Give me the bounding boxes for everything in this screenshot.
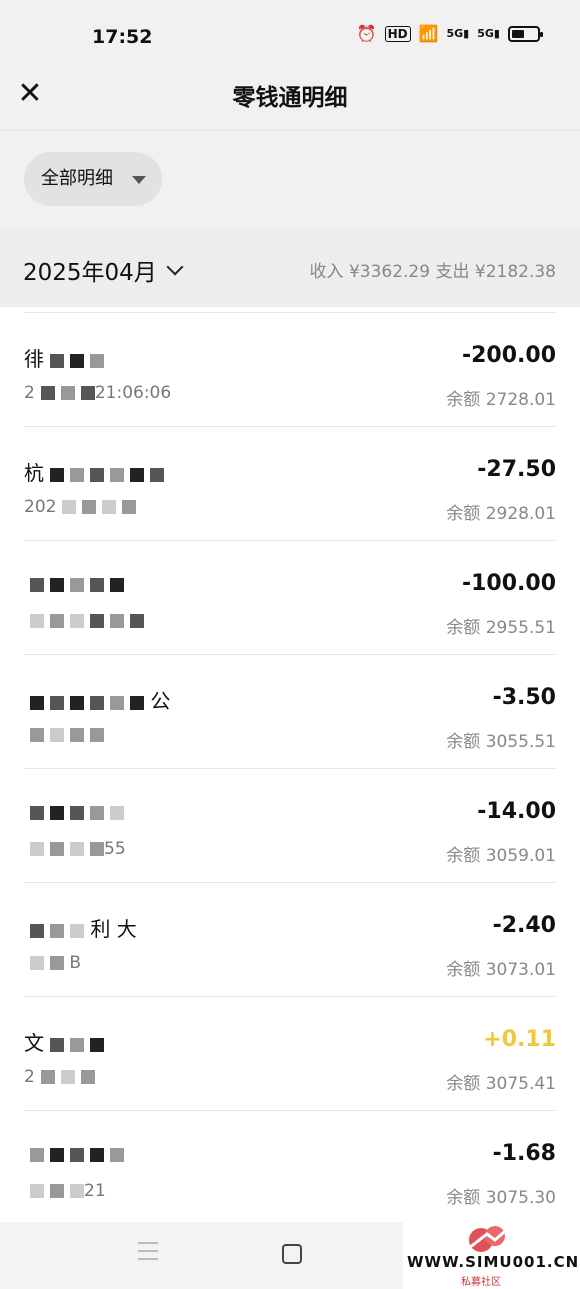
watermark-text: WWW.SIMU001.CN: [407, 1253, 580, 1271]
transaction-title: [24, 571, 324, 597]
status-icons: ⏰ HD 📶 5G▮ 5G▮: [356, 24, 543, 43]
chevron-down-icon: [166, 258, 184, 276]
transaction-balance: 余额 2728.01: [446, 390, 556, 410]
transaction-date: 2 21:06:06: [24, 383, 172, 403]
redacted-block: [40, 1070, 95, 1084]
transaction-title: 利 大: [24, 913, 324, 939]
transaction-balance: 余额 3075.30: [446, 1188, 556, 1208]
transaction-date: 202: [24, 497, 324, 519]
transaction-title: [24, 1141, 324, 1167]
transaction-balance: 余额 2928.01: [446, 504, 556, 524]
transaction-amount: -200.00: [461, 343, 556, 368]
transaction-title: [24, 799, 324, 825]
menu-icon[interactable]: [138, 1242, 158, 1266]
page-header: ✕ 零钱通明细: [0, 72, 580, 131]
redacted-block: [30, 1147, 124, 1162]
transaction-row[interactable]: -100.00 余额 2955.51: [24, 540, 556, 654]
transaction-date: 2: [24, 1067, 324, 1089]
transaction-list: 徘 2 21:06:06 -200.00 余额 2728.01 杭 202 -27…: [0, 312, 580, 1224]
redacted-block: [30, 695, 144, 710]
transaction-date: [24, 725, 324, 747]
transaction-row[interactable]: 公 -3.50 余额 3055.51: [24, 654, 556, 768]
page-title: 零钱通明细: [232, 85, 348, 111]
redacted-block: [50, 467, 164, 482]
transaction-balance: 余额 3059.01: [446, 846, 556, 866]
redacted-block: [30, 956, 64, 970]
transaction-row[interactable]: 杭 202 -27.50 余额 2928.01: [24, 426, 556, 540]
caret-down-icon: [132, 176, 146, 184]
transaction-title: 公: [24, 685, 324, 711]
transaction-row[interactable]: 21 -1.68 余额 3075.30: [24, 1110, 556, 1224]
redacted-block: [30, 923, 84, 938]
signal-5g-icon: 5G▮: [477, 27, 500, 40]
transaction-amount: +0.11: [483, 1027, 556, 1052]
transaction-amount: -1.68: [492, 1141, 556, 1166]
wifi-icon: 📶: [418, 24, 439, 43]
filter-label: 全部明细: [41, 168, 113, 189]
status-time: 17:52: [92, 26, 153, 48]
transaction-row[interactable]: 徘 2 21:06:06 -200.00 余额 2728.01: [24, 312, 556, 426]
transaction-row[interactable]: 55 -14.00 余额 3059.01: [24, 768, 556, 882]
transaction-title: 文: [24, 1027, 324, 1053]
month-label: 2025年04月: [23, 260, 157, 286]
transaction-date: [24, 611, 324, 633]
watermark-subtext: 私募社区: [461, 1277, 501, 1288]
redacted-block: [30, 614, 144, 628]
transaction-amount: -14.00: [477, 799, 556, 824]
month-summary: 收入 ¥3362.29 支出 ¥2182.38: [309, 262, 556, 282]
redacted-block: [30, 577, 124, 592]
month-selector[interactable]: 2025年04月: [23, 253, 184, 287]
redacted-block: [62, 500, 137, 514]
redacted-block: [30, 842, 104, 856]
transaction-balance: 余额 3055.51: [446, 732, 556, 752]
transaction-title: 徘: [24, 343, 324, 369]
transaction-title: 杭: [24, 457, 324, 483]
status-bar: 17:52 ⏰ HD 📶 5G▮ 5G▮: [0, 0, 580, 72]
transaction-balance: 余额 3073.01: [446, 960, 556, 980]
transaction-date: B: [24, 953, 324, 975]
redacted-block: [30, 805, 124, 820]
month-bar: 2025年04月 收入 ¥3362.29 支出 ¥2182.38: [0, 227, 580, 307]
transaction-amount: -100.00: [461, 571, 556, 596]
home-icon[interactable]: [282, 1244, 302, 1264]
transaction-amount: -2.40: [492, 913, 556, 938]
redacted-block: [50, 1037, 104, 1052]
watermark: WWW.SIMU001.CN 私募社区: [403, 1218, 580, 1289]
transaction-amount: -27.50: [477, 457, 556, 482]
transaction-amount: -3.50: [492, 685, 556, 710]
filter-bar: 全部明细: [0, 131, 580, 227]
hd-icon: HD: [384, 25, 411, 42]
transaction-balance: 余额 3075.41: [446, 1074, 556, 1094]
watermark-logo-icon: [468, 1224, 512, 1252]
battery-icon: [508, 25, 543, 42]
transaction-date: 55: [24, 839, 324, 861]
redacted-block: [30, 1184, 84, 1198]
transaction-row[interactable]: 文 2 +0.11 余额 3075.41: [24, 996, 556, 1110]
transaction-row[interactable]: 利 大 B -2.40 余额 3073.01: [24, 882, 556, 996]
filter-all-details-button[interactable]: 全部明细: [24, 152, 162, 206]
signal-5g-icon: 5G▮: [446, 27, 470, 40]
transaction-balance: 余额 2955.51: [446, 618, 556, 638]
alarm-icon: ⏰: [356, 24, 377, 43]
transaction-date: 21: [24, 1181, 324, 1203]
redacted-block: [50, 353, 104, 368]
redacted-block: [30, 728, 104, 742]
redacted-block: [40, 386, 95, 400]
